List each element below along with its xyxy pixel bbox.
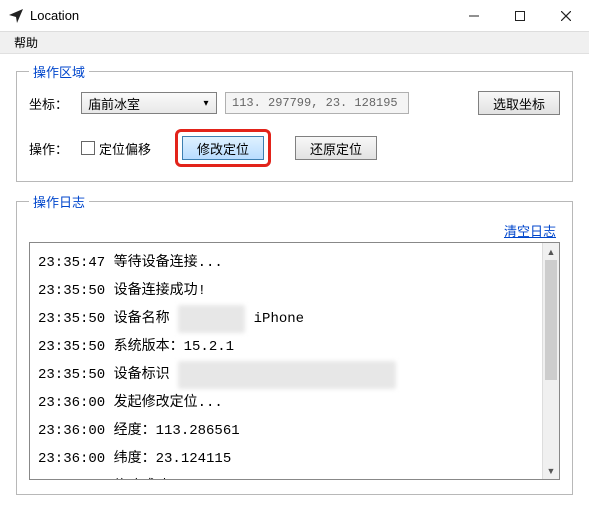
- operation-area-legend: 操作区域: [29, 62, 89, 81]
- tutorial-highlight: 修改定位: [175, 129, 271, 167]
- pick-coord-button[interactable]: 选取坐标: [478, 91, 560, 115]
- coord-value: 113. 297799, 23. 128195: [232, 96, 398, 110]
- modify-location-button[interactable]: 修改定位: [182, 136, 264, 160]
- scrollbar[interactable]: ▲ ▼: [542, 243, 559, 479]
- titlebar: Location: [0, 0, 589, 32]
- offset-checkbox-label[interactable]: 定位偏移: [81, 139, 151, 158]
- log-textarea[interactable]: 23:35:47 等待设备连接... 23:35:50 设备连接成功! 23:3…: [29, 242, 560, 480]
- logs-group: 操作日志 清空日志 23:35:47 等待设备连接... 23:35:50 设备…: [16, 192, 573, 495]
- scroll-up-icon[interactable]: ▲: [543, 243, 559, 260]
- window-title: Location: [30, 8, 79, 23]
- menu-help[interactable]: 帮助: [8, 34, 44, 52]
- restore-location-button[interactable]: 还原定位: [295, 136, 377, 160]
- operation-area-group: 操作区域 坐标： 庙前冰室 ▾ 113. 297799, 23. 128195 …: [16, 62, 573, 182]
- minimize-button[interactable]: [451, 0, 497, 32]
- maximize-button[interactable]: [497, 0, 543, 32]
- menubar: 帮助: [0, 32, 589, 54]
- coord-label: 坐标：: [29, 94, 73, 113]
- coord-readonly-field: 113. 297799, 23. 128195: [225, 92, 409, 114]
- offset-text: 定位偏移: [99, 139, 151, 158]
- place-combobox-value: 庙前冰室: [88, 94, 198, 113]
- chevron-down-icon: ▾: [198, 98, 214, 109]
- clear-log-link[interactable]: 清空日志: [504, 221, 556, 240]
- logs-legend: 操作日志: [29, 192, 89, 211]
- offset-checkbox[interactable]: [81, 141, 95, 155]
- action-label: 操作：: [29, 139, 73, 158]
- location-arrow-icon: [8, 8, 24, 24]
- scroll-down-icon[interactable]: ▼: [543, 462, 559, 479]
- place-combobox[interactable]: 庙前冰室 ▾: [81, 92, 217, 114]
- scroll-thumb[interactable]: [545, 260, 557, 380]
- close-button[interactable]: [543, 0, 589, 32]
